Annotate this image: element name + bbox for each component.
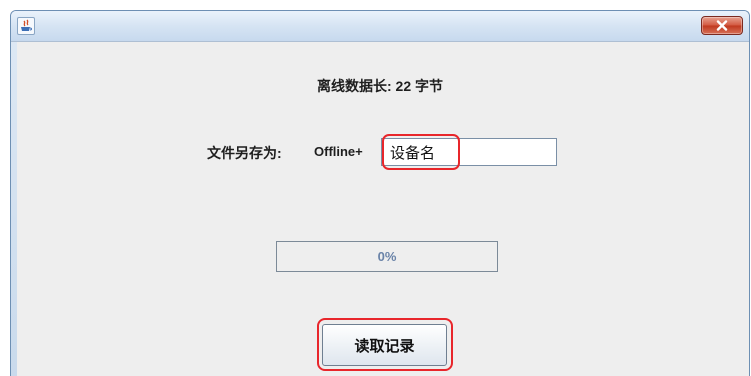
dialog-content: 离线数据长: 22 字节 文件另存为: Offline+ 0% 读取记录	[11, 42, 749, 376]
progress-text: 0%	[377, 249, 397, 264]
java-icon[interactable]	[17, 17, 35, 35]
save-as-label: 文件另存为:	[207, 145, 282, 161]
save-as-prefix: Offline+	[314, 144, 363, 159]
device-name-input[interactable]	[381, 138, 557, 166]
save-as-row: 文件另存为: Offline+	[11, 135, 749, 169]
dialog-window: 离线数据长: 22 字节 文件另存为: Offline+ 0% 读取记录	[10, 10, 750, 376]
close-button[interactable]	[701, 16, 743, 35]
progress-bar: 0%	[276, 241, 498, 272]
data-length-label: 离线数据长: 22 字节	[316, 78, 443, 94]
title-bar	[11, 11, 749, 42]
read-records-button[interactable]: 读取记录	[322, 324, 447, 366]
window-left-edge	[11, 42, 17, 376]
close-icon	[716, 20, 728, 31]
